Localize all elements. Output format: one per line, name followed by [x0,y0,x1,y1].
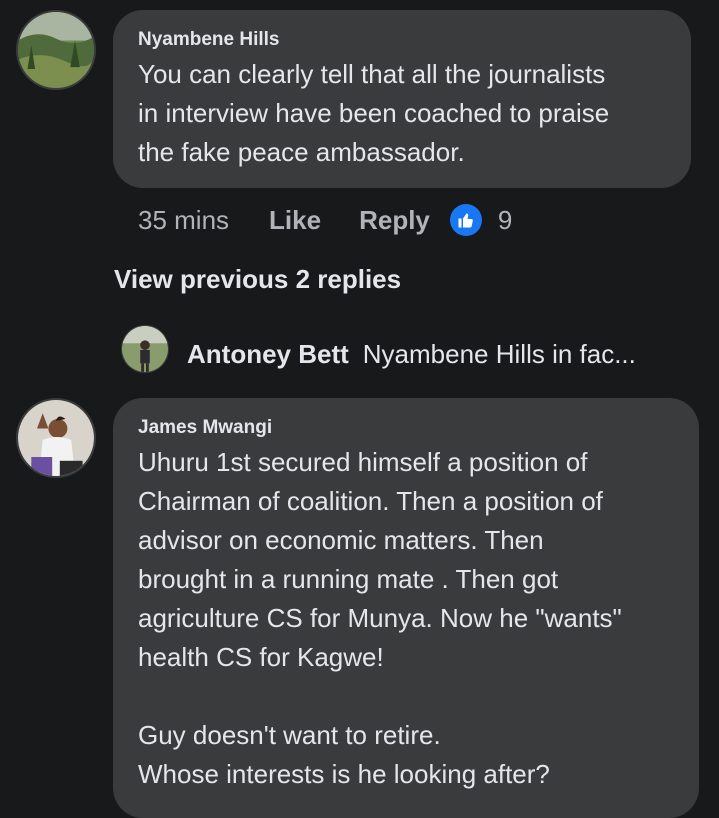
comment-author[interactable]: James Mwangi [138,417,675,439]
comment-bubble-1: Nyambene Hills You can clearly tell that… [113,10,691,188]
comment-text: Uhuru 1st secured himself a position of … [138,447,622,789]
thumbs-up-icon[interactable] [449,204,482,236]
reply-preview[interactable]: Antoney Bett Nyambene Hills in fac... [187,336,636,372]
avatar-nyambene-hills[interactable] [16,10,96,90]
reply-author[interactable]: Antoney Bett [187,339,349,369]
like-button[interactable]: Like [269,205,321,236]
person-avatar-image [18,400,94,476]
comment-bubble-2: James Mwangi Uhuru 1st secured himself a… [113,398,699,818]
comment-actions: 35 mins Like Reply 9 [138,198,512,242]
view-previous-replies-link[interactable]: View previous 2 replies [114,264,401,295]
avatar-antoney-bett[interactable] [121,325,169,373]
reply-snippet: Nyambene Hills in fac... [362,339,636,369]
comment-timestamp[interactable]: 35 mins [138,205,229,236]
comment-text: You can clearly tell that all the journa… [138,59,610,167]
reaction-count[interactable]: 9 [498,205,512,236]
landscape-avatar-image [18,12,94,88]
avatar-james-mwangi[interactable] [16,398,96,478]
comment-author[interactable]: Nyambene Hills [138,29,667,51]
person-avatar-image [122,326,168,372]
reply-button[interactable]: Reply [359,205,430,236]
